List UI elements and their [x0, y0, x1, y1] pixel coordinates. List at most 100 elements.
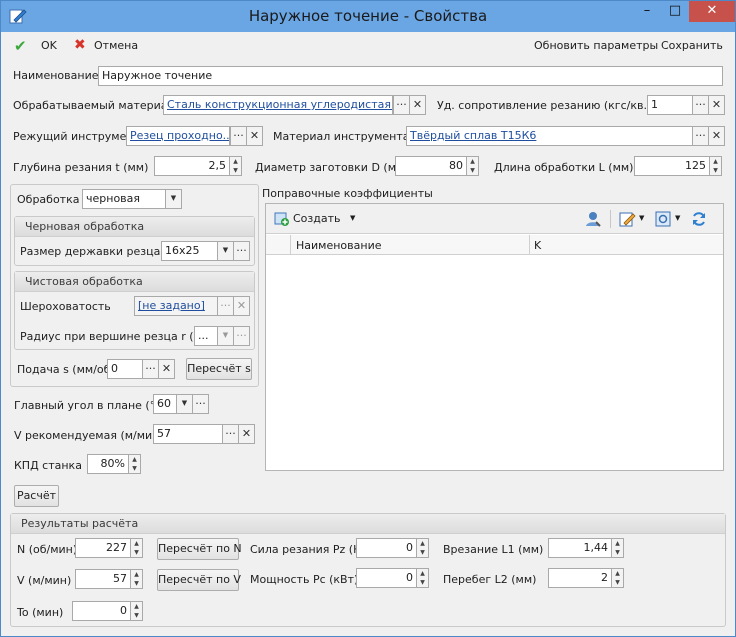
tool-select-button[interactable]: ···	[230, 126, 247, 146]
spin-up-icon[interactable]: ▲	[710, 157, 721, 166]
spin-down-icon[interactable]: ▼	[131, 579, 142, 588]
resist-clear-button[interactable]: ✕	[708, 95, 725, 115]
radius-select[interactable]: ...	[194, 326, 218, 346]
roughness-input[interactable]: [не задано]	[134, 296, 218, 316]
diameter-spinner[interactable]: ▲ ▼	[466, 156, 479, 176]
n-spinner[interactable]: ▲ ▼	[130, 538, 143, 558]
spin-down-icon[interactable]: ▼	[467, 166, 478, 175]
spin-up-icon[interactable]: ▲	[131, 570, 142, 579]
overrun-spinner[interactable]: ▲ ▼	[611, 568, 624, 588]
save-button[interactable]: Сохранить	[661, 39, 723, 52]
v-select-button[interactable]: ···	[222, 424, 239, 444]
plunge-input[interactable]: 1,44	[548, 538, 612, 558]
spin-down-icon[interactable]: ▼	[710, 166, 721, 175]
depth-spinner[interactable]: ▲ ▼	[229, 156, 242, 176]
spin-up-icon[interactable]: ▲	[612, 569, 623, 578]
tool-clear-button[interactable]: ✕	[246, 126, 263, 146]
mode-dropdown-icon[interactable]: ▼	[165, 189, 182, 209]
spin-down-icon[interactable]: ▼	[417, 548, 428, 557]
length-input[interactable]: 125	[634, 156, 710, 176]
material-input[interactable]: Сталь конструкционная углеродистая к...	[163, 95, 393, 115]
v-clear-button[interactable]: ✕	[238, 424, 255, 444]
time-spinner[interactable]: ▲ ▼	[130, 601, 143, 621]
spin-up-icon[interactable]: ▲	[467, 157, 478, 166]
power-input[interactable]: 0	[356, 568, 417, 588]
efficiency-spinner[interactable]: ▲ ▼	[128, 454, 141, 474]
calculate-button[interactable]: Расчёт	[14, 485, 59, 507]
title-bar[interactable]: Наружное точение - Свойства – □ ✕	[1, 1, 735, 32]
time-input[interactable]: 0	[72, 601, 131, 621]
spin-down-icon[interactable]: ▼	[131, 611, 142, 620]
tool-input[interactable]: Резец проходно...	[126, 126, 230, 146]
overrun-input[interactable]: 2	[548, 568, 612, 588]
angle-select-button[interactable]: ···	[192, 394, 209, 414]
spin-down-icon[interactable]: ▼	[131, 548, 142, 557]
edit-dropdown-icon[interactable]: ▼	[639, 214, 644, 222]
spin-up-icon[interactable]: ▲	[612, 539, 623, 548]
spin-down-icon[interactable]: ▼	[612, 548, 623, 557]
update-params-button[interactable]: Обновить параметры	[534, 39, 658, 52]
refresh-icon[interactable]	[690, 210, 708, 228]
spin-up-icon[interactable]: ▲	[131, 602, 142, 611]
material-select-button[interactable]: ···	[393, 95, 410, 115]
ok-button[interactable]: ✔ OK	[14, 37, 64, 55]
resist-select-button[interactable]: ···	[692, 95, 709, 115]
v-result-spinner[interactable]: ▲ ▼	[130, 569, 143, 589]
mode-select[interactable]: черновая	[82, 189, 166, 209]
feed-input[interactable]: 0	[107, 359, 143, 379]
create-button[interactable]: Создать ▼	[274, 211, 364, 227]
coefficients-toolbar: Создать ▼ ▼ ▼	[266, 204, 723, 234]
spin-up-icon[interactable]: ▲	[131, 539, 142, 548]
material-clear-button[interactable]: ✕	[409, 95, 426, 115]
spin-up-icon[interactable]: ▲	[417, 569, 428, 578]
recalc-feed-button[interactable]: Пересчёт s	[186, 358, 252, 380]
diameter-input[interactable]: 80	[395, 156, 467, 176]
depth-input[interactable]: 2,5	[154, 156, 230, 176]
spin-down-icon[interactable]: ▼	[417, 578, 428, 587]
recalc-v-button[interactable]: Пересчёт по V	[157, 569, 241, 591]
n-input[interactable]: 227	[75, 538, 131, 558]
spin-down-icon[interactable]: ▼	[129, 464, 140, 473]
holder-dropdown-icon[interactable]: ▼	[217, 241, 234, 261]
spin-up-icon[interactable]: ▲	[129, 455, 140, 464]
angle-select[interactable]: 60	[153, 394, 177, 414]
view-dropdown-icon[interactable]: ▼	[675, 214, 680, 222]
holder-select-button[interactable]: ···	[233, 241, 250, 261]
recalc-n-button[interactable]: Пересчёт по N	[157, 538, 242, 560]
force-input[interactable]: 0	[356, 538, 417, 558]
maximize-button[interactable]: □	[661, 1, 689, 22]
cancel-button[interactable]: ✖ Отмена	[74, 37, 144, 54]
resist-input[interactable]: 1	[647, 95, 693, 115]
spin-down-icon[interactable]: ▼	[612, 578, 623, 587]
efficiency-input[interactable]: 80%	[87, 454, 129, 474]
spin-up-icon[interactable]: ▲	[417, 539, 428, 548]
column-k-header[interactable]: K	[534, 239, 541, 252]
length-spinner[interactable]: ▲ ▼	[709, 156, 722, 176]
angle-dropdown-icon[interactable]: ▼	[176, 394, 193, 414]
n-label: N (об/мин)	[17, 543, 78, 556]
holder-select[interactable]: 16x25	[161, 241, 218, 261]
minimize-button[interactable]: –	[633, 1, 661, 22]
feed-select-button[interactable]: ···	[142, 359, 159, 379]
tool-material-select-button[interactable]: ···	[692, 126, 709, 146]
edit-icon[interactable]	[618, 210, 636, 228]
power-spinner[interactable]: ▲ ▼	[416, 568, 429, 588]
feed-clear-button[interactable]: ✕	[158, 359, 175, 379]
v-recommended-input[interactable]: 57	[153, 424, 223, 444]
radius-select-button[interactable]: ···	[233, 326, 250, 346]
v-result-input[interactable]: 57	[75, 569, 131, 589]
force-spinner[interactable]: ▲ ▼	[416, 538, 429, 558]
radius-dropdown-icon[interactable]: ▼	[217, 326, 234, 346]
spin-down-icon[interactable]: ▼	[230, 166, 241, 175]
close-button[interactable]: ✕	[689, 1, 735, 22]
roughness-select-button[interactable]: ···	[217, 296, 234, 316]
user-search-icon[interactable]	[584, 210, 602, 228]
roughness-clear-button[interactable]: ✕	[233, 296, 250, 316]
plunge-spinner[interactable]: ▲ ▼	[611, 538, 624, 558]
name-input[interactable]: Наружное точение	[98, 66, 723, 86]
view-icon[interactable]	[654, 210, 672, 228]
spin-up-icon[interactable]: ▲	[230, 157, 241, 166]
column-name-header[interactable]: Наименование	[296, 239, 381, 252]
tool-material-clear-button[interactable]: ✕	[708, 126, 725, 146]
tool-material-input[interactable]: Твёрдый сплав Т15К6	[406, 126, 693, 146]
